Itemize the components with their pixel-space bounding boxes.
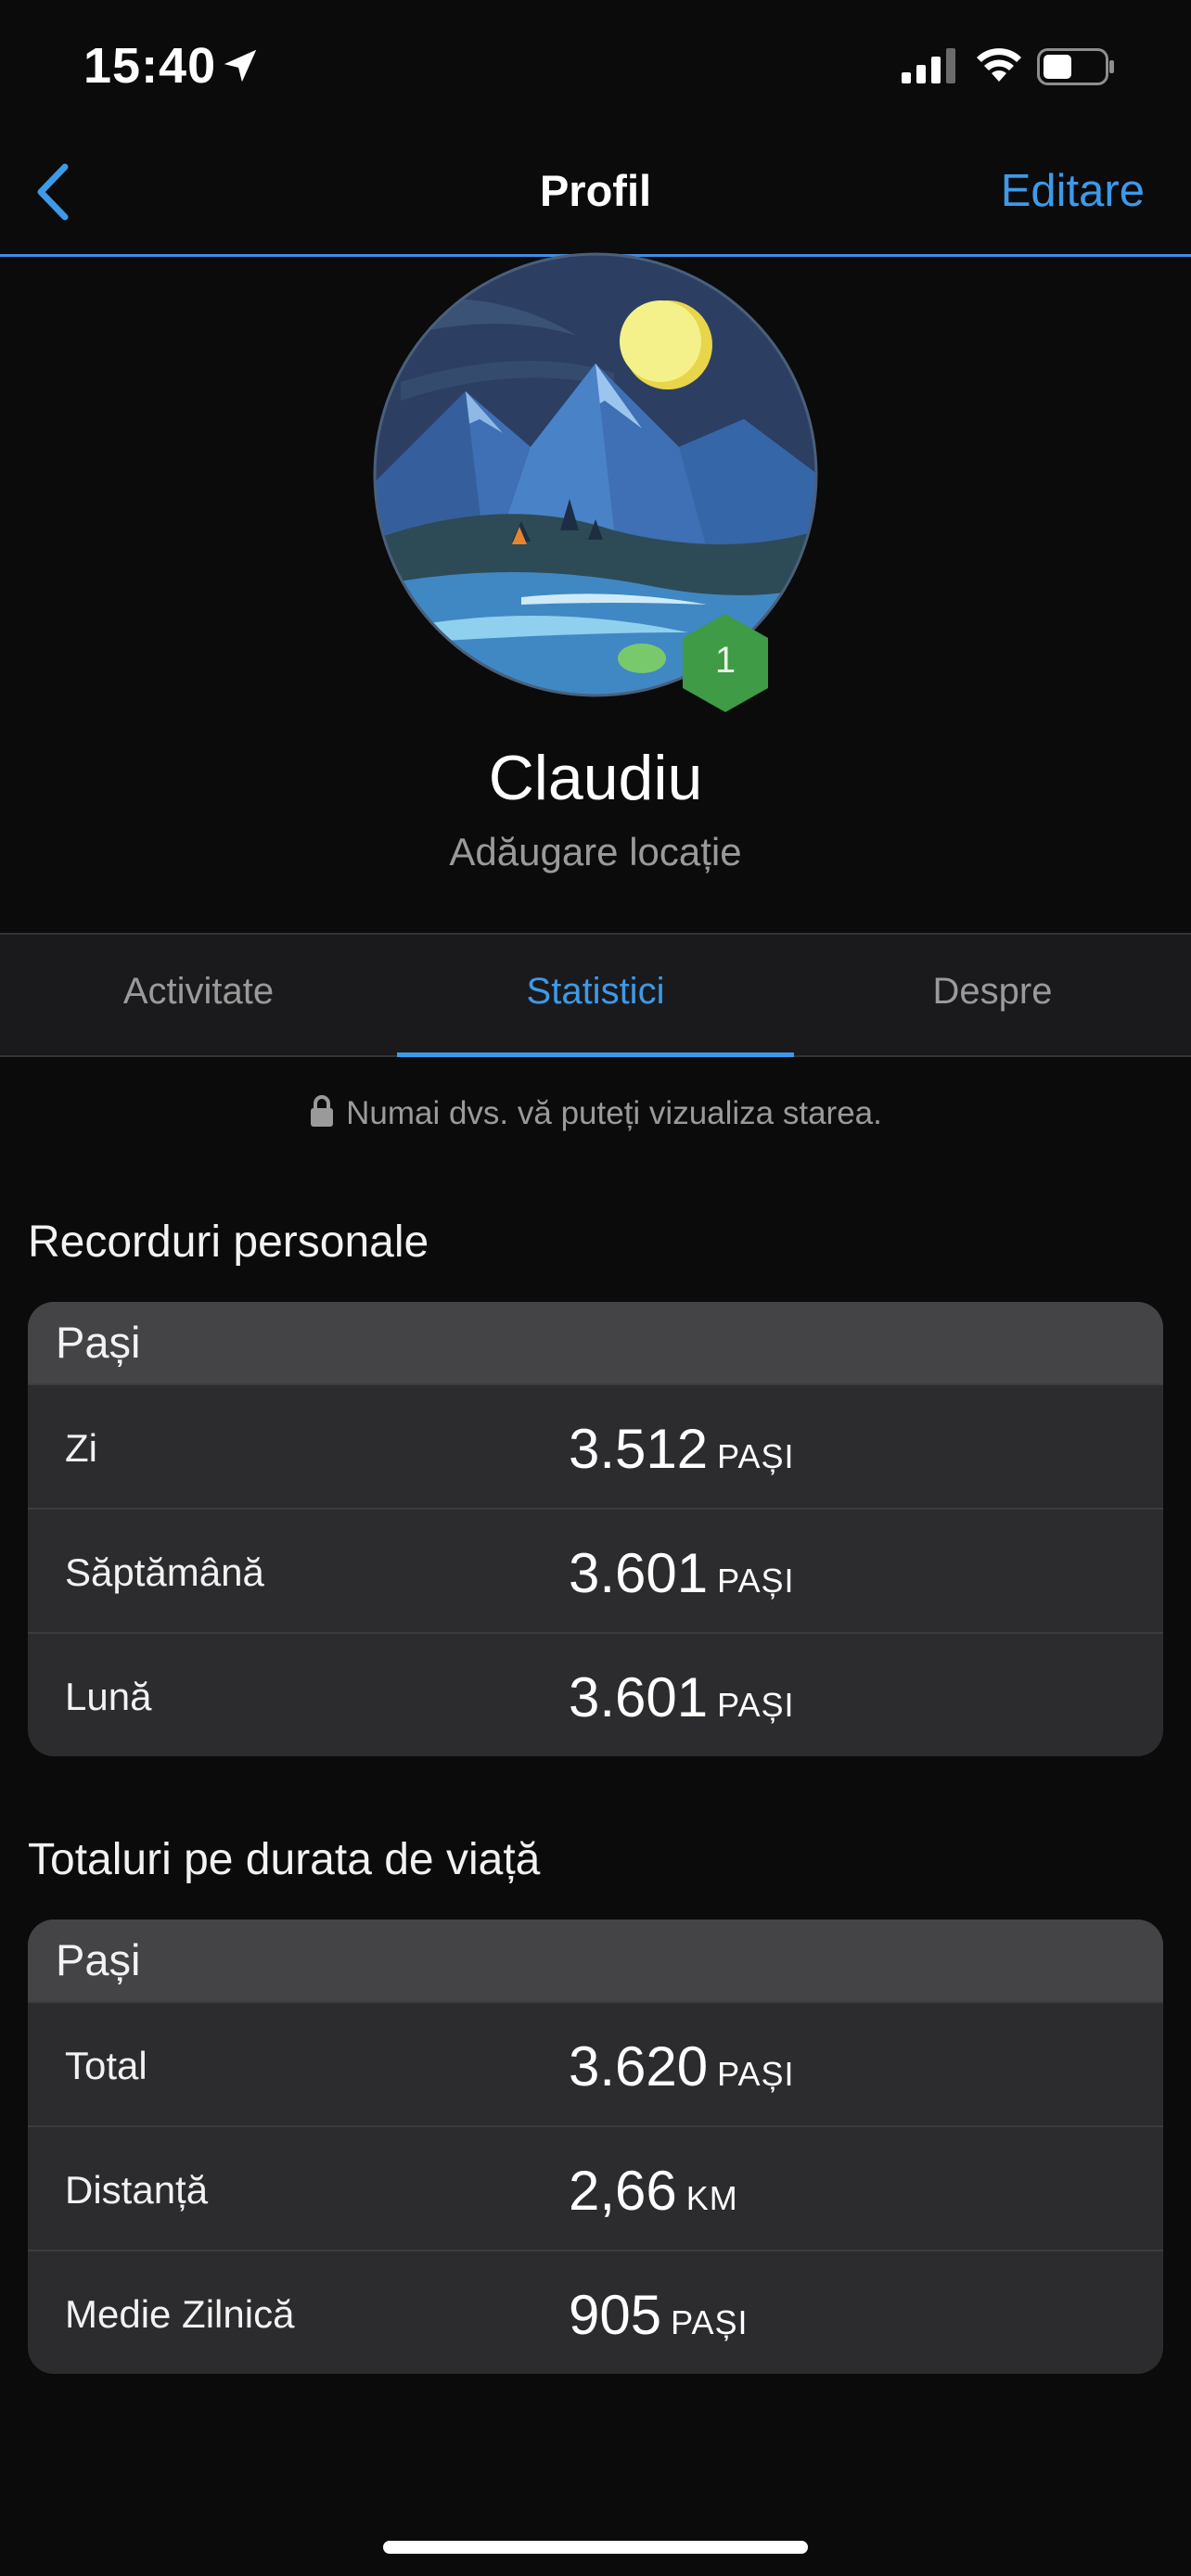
row-unit: PAȘI [717, 1686, 795, 1724]
row-unit: PAȘI [717, 1562, 795, 1600]
row-label: Medie Zilnică [65, 2292, 295, 2336]
avatar-container: 1 [373, 252, 818, 712]
list-item: Săptămână 3.601 PAȘI [28, 1508, 1163, 1632]
user-name: Claudiu [488, 743, 703, 813]
location-arrow-icon [224, 49, 257, 83]
row-value: 3.512 PAȘI [569, 1418, 795, 1480]
list-item: Medie Zilnică 905 PAȘI [28, 2250, 1163, 2374]
list-item: Distanță 2,66 KM [28, 2125, 1163, 2250]
profile-tabs: Activitate Statistici Despre [0, 933, 1191, 1057]
status-time: 15:40 [83, 38, 217, 94]
personal-records-title: Recorduri personale [28, 1218, 429, 1267]
row-unit: PAȘI [717, 2055, 795, 2093]
tab-about[interactable]: Despre [794, 935, 1191, 1055]
row-value: 3.620 PAȘI [569, 2035, 795, 2098]
row-unit: PAȘI [717, 1437, 795, 1475]
row-value: 3.601 PAȘI [569, 1666, 795, 1728]
card-header: Pași [28, 1919, 1163, 2001]
battery-icon [1037, 48, 1114, 85]
row-value: 2,66 KM [569, 2160, 738, 2222]
privacy-note: Numai dvs. vă puteți vizualiza starea. [0, 1094, 1191, 1132]
tab-statistics[interactable]: Statistici [397, 935, 794, 1057]
list-item: Zi 3.512 PAȘI [28, 1384, 1163, 1508]
cellular-signal-icon [902, 48, 955, 83]
row-label: Săptămână [65, 1550, 264, 1594]
row-unit: KM [685, 2179, 738, 2217]
home-indicator[interactable] [383, 2541, 808, 2554]
lifetime-totals-title: Totaluri pe durata de viață [28, 1835, 541, 1884]
privacy-text: Numai dvs. vă puteți vizualiza starea. [346, 1095, 882, 1131]
card-header: Pași [28, 1302, 1163, 1384]
level-number: 1 [714, 640, 736, 681]
row-label: Lună [65, 1675, 152, 1718]
tab-activity[interactable]: Activitate [0, 935, 397, 1055]
list-item: Total 3.620 PAȘI [28, 2001, 1163, 2125]
row-label: Distanță [65, 2168, 209, 2212]
list-item: Lună 3.601 PAȘI [28, 1632, 1163, 1756]
row-label: Zi [65, 1426, 97, 1470]
level-badge[interactable]: 1 [679, 612, 772, 714]
row-unit: PAȘI [671, 2303, 749, 2341]
row-value: 3.601 PAȘI [569, 1542, 795, 1604]
status-bar: 15:40 [0, 0, 1191, 130]
row-label: Total [65, 2044, 147, 2087]
row-value: 905 PAȘI [569, 2284, 749, 2346]
edit-button[interactable]: Editare [1001, 165, 1145, 217]
nav-bar: Profil Editare [0, 130, 1191, 257]
personal-records-card: Pași Zi 3.512 PAȘI Săptămână 3.601 PAȘI Lu… [28, 1302, 1163, 1756]
add-location-link[interactable]: Adăugare locație [0, 830, 1191, 874]
lock-icon [311, 1095, 334, 1127]
lifetime-totals-card: Pași Total 3.620 PAȘI Distanță 2,66 KM Med… [28, 1919, 1163, 2374]
wifi-icon [977, 48, 1021, 82]
